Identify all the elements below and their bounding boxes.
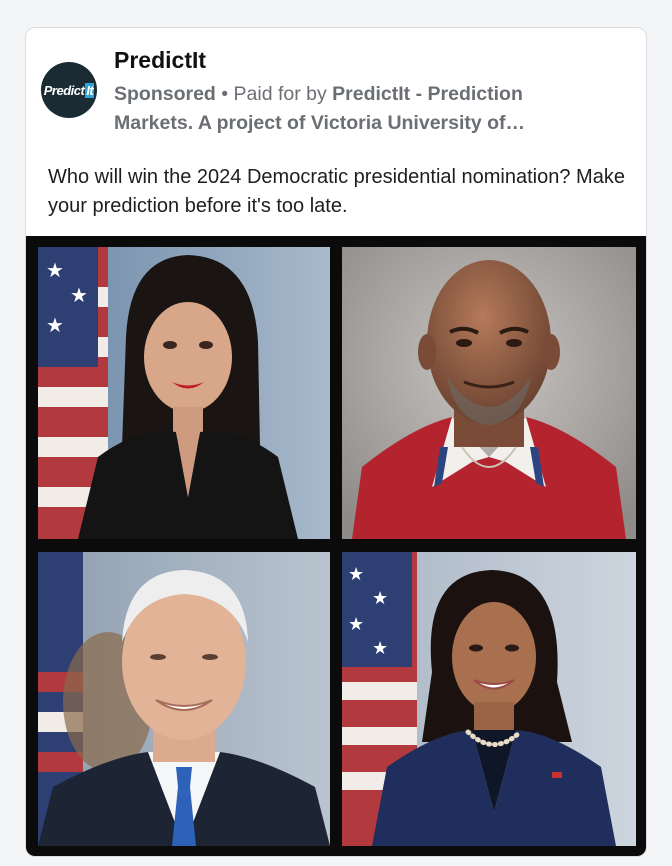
predictit-logo: Predict It [43,82,95,98]
image-tile-2[interactable] [342,247,636,539]
image-tile-4[interactable]: ★ ★ ★ ★ [342,552,636,846]
paid-for-prefix: Paid for by [233,83,333,105]
page-name-link[interactable]: PredictIt [114,47,206,74]
svg-text:★: ★ [348,614,364,634]
portrait-white-haired-man-blue-tie [38,552,330,846]
svg-text:★: ★ [372,588,388,608]
portrait-woman-dark-hair-black-blazer: ★ ★ ★ [38,247,330,539]
page-avatar[interactable]: Predict It [41,62,97,118]
post-body-text: Who will win the 2024 Democratic preside… [48,166,625,217]
meta-separator: • [215,83,234,105]
svg-text:★: ★ [46,260,64,282]
paid-for-name-line1: PredictIt - Prediction [332,83,523,105]
portrait-woman-navy-suit-pearls: ★ ★ ★ ★ [342,552,636,846]
svg-text:★: ★ [46,315,64,337]
logo-suffix: It [85,82,95,98]
sponsored-label[interactable]: Sponsored [114,83,216,105]
sponsored-post-card: Predict It PredictIt Sponsored • Paid for… [25,27,647,857]
image-tile-1[interactable]: ★ ★ ★ [38,247,330,539]
portrait-bald-man-red-polo [342,247,636,539]
post-meta: Sponsored • Paid for by PredictIt - Pred… [114,80,634,138]
svg-text:★: ★ [372,638,388,658]
ad-image-grid[interactable]: ★ ★ ★ ★ ★ ★ ★ [26,236,646,856]
svg-text:★: ★ [70,285,88,307]
svg-text:★: ★ [348,564,364,584]
paid-for-name-line2: Markets. A project of Victoria Universit… [114,112,526,134]
image-tile-3[interactable] [38,552,330,846]
logo-text: Predict [43,82,85,98]
post-header: Predict It PredictIt Sponsored • Paid for… [26,28,646,143]
